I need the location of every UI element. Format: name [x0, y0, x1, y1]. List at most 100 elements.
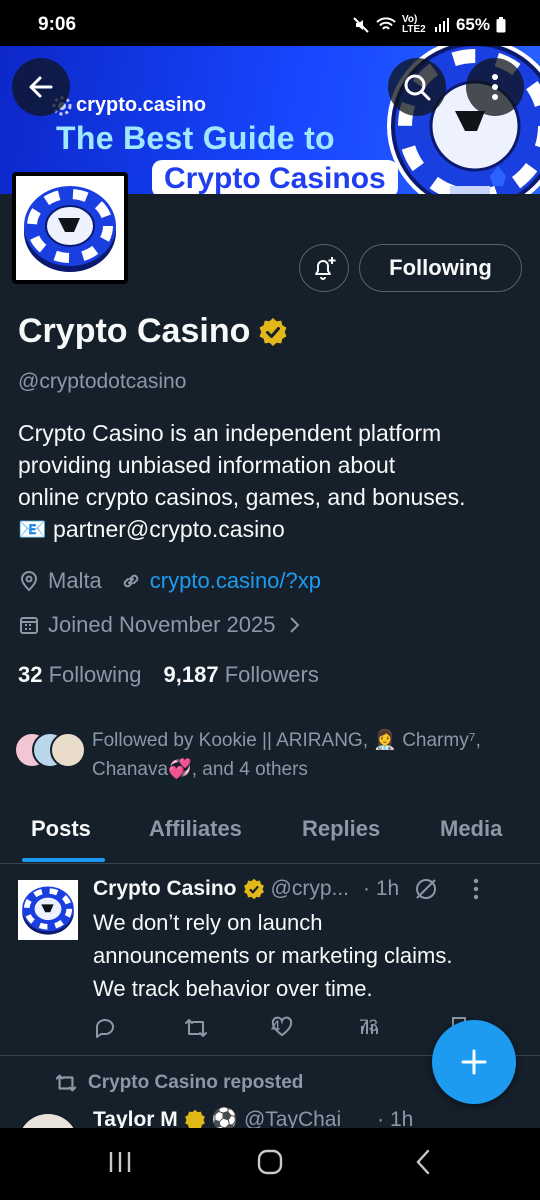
followed-by-line: Followed by Kookie || ARIRANG, 👩‍⚕️ Char… — [92, 730, 481, 751]
repost-icon — [185, 1019, 207, 1037]
profile-tabs: Posts Affiliates Replies Media — [0, 808, 540, 864]
post-avatar[interactable] — [18, 880, 78, 940]
back-button[interactable] — [12, 58, 70, 116]
profile-meta-row: Malta crypto.casino/?xp — [18, 568, 321, 594]
profile-name-row: Crypto Casino — [18, 312, 288, 351]
email-emoji-icon: 📧 — [18, 516, 47, 542]
followers-count-link[interactable]: 9,187 Followers — [164, 662, 319, 688]
bio-line: Crypto Casino is an independent platform — [18, 420, 442, 446]
repost-button[interactable] — [183, 1016, 209, 1040]
followers-count: 9,187 — [163, 662, 219, 687]
post-time: · 1h — [377, 1108, 414, 1128]
follow-counts: 32 Following 9,187 Followers — [18, 662, 319, 688]
post-handle: @cryp... — [270, 877, 350, 900]
post-time: · 1h — [363, 877, 400, 900]
notification-bell-button[interactable] — [299, 244, 349, 292]
profile-joined: Joined November 2025 — [48, 612, 276, 637]
banner-brand: crypto.casino — [52, 94, 206, 117]
followers-label: Followers — [224, 662, 319, 687]
arrow-left-icon — [29, 76, 53, 98]
profile-joined-row[interactable]: Joined November 2025 — [18, 612, 305, 638]
post-author[interactable]: Taylor M — [93, 1108, 178, 1128]
home-icon[interactable] — [256, 1148, 284, 1176]
like-count: 4 — [271, 1017, 281, 1036]
tab-posts[interactable]: Posts — [31, 816, 91, 842]
post-author[interactable]: Crypto Casino — [93, 877, 237, 901]
following-count-link[interactable]: 32 Following — [18, 662, 142, 688]
status-time: 9:06 — [38, 14, 77, 35]
post-header: Taylor M ⚽ @TayChai · 1h — [93, 1108, 413, 1128]
bio-line: online crypto casinos, games, and bonuse… — [18, 484, 466, 510]
link-icon — [123, 574, 139, 588]
casino-chip-avatar-icon — [24, 186, 116, 272]
more-vertical-icon — [492, 74, 498, 100]
plus-icon — [461, 1049, 487, 1075]
post-item[interactable]: Taylor M ⚽ @TayChai · 1h — [0, 1106, 540, 1128]
followed-by-line: Chanava💞, and 4 others — [92, 759, 308, 780]
bio-email-line: 📧 partner@crypto.casino — [18, 513, 528, 545]
location-pin-icon — [20, 571, 38, 592]
post-avatar[interactable] — [18, 1114, 78, 1128]
profile-location: Malta — [48, 568, 102, 593]
compose-post-button[interactable] — [432, 1020, 516, 1104]
post-header: Crypto Casino @cryp... · 1h — [93, 876, 479, 902]
battery-percent: 65% — [455, 15, 490, 34]
post-text-line: We don’t rely on launch — [93, 910, 323, 935]
back-nav-icon[interactable] — [410, 1148, 438, 1176]
followed-by-text: Followed by Kookie || ARIRANG, 👩‍⚕️ Char… — [92, 726, 532, 784]
profile-bio: Crypto Casino is an independent platform… — [18, 417, 528, 545]
more-vertical-icon[interactable] — [473, 878, 479, 900]
more-button[interactable] — [466, 58, 524, 116]
followed-by-row[interactable]: Followed by Kookie || ARIRANG, 👩‍⚕️ Char… — [14, 726, 534, 784]
bio-email[interactable]: partner@crypto.casino — [53, 516, 285, 542]
profile-website-link[interactable]: crypto.casino/?xp — [150, 568, 321, 594]
views-button[interactable]: 73 — [359, 1016, 379, 1036]
profile-name: Crypto Casino — [18, 312, 251, 350]
banner-headline: The Best Guide to — [56, 120, 335, 156]
chevron-right-icon — [290, 617, 300, 633]
search-icon — [404, 74, 431, 101]
reply-icon — [96, 1019, 114, 1038]
post-text-line: announcements or marketing claims. — [93, 943, 453, 968]
repost-indicator: Crypto Casino reposted — [54, 1072, 303, 1094]
following-button[interactable]: Following — [359, 244, 522, 292]
bio-line: providing unbiased information about — [18, 452, 396, 478]
following-count: 32 — [18, 662, 43, 687]
mute-icon — [353, 17, 369, 33]
search-button[interactable] — [388, 58, 446, 116]
recent-apps-icon[interactable] — [106, 1148, 134, 1176]
tab-affiliates[interactable]: Affiliates — [149, 816, 242, 842]
follower-avatars — [14, 732, 92, 772]
reply-button[interactable] — [93, 1016, 117, 1040]
wifi-icon — [376, 17, 396, 30]
calendar-icon — [20, 617, 38, 634]
view-count: 73 — [359, 1016, 378, 1035]
banner-headline-pill: Crypto Casinos — [152, 160, 398, 194]
verified-badge-icon — [243, 878, 264, 900]
signal-icon — [434, 18, 449, 32]
bell-plus-icon — [315, 257, 336, 280]
active-tab-indicator — [22, 858, 105, 862]
post-handle: @TayChai — [243, 1108, 342, 1128]
verified-badge-icon — [184, 1109, 205, 1128]
network-label: Vo) LTE2 — [401, 14, 426, 35]
like-button[interactable]: 4 — [271, 1016, 293, 1038]
post-text-line: We track behavior over time. — [93, 976, 373, 1001]
casino-chip-avatar-icon — [22, 886, 74, 935]
system-nav-bar — [0, 1128, 540, 1200]
status-bar: 9:06 Vo) LTE2 65% — [0, 0, 540, 46]
tab-replies[interactable]: Replies — [302, 816, 380, 842]
profile-handle: @cryptodotcasino — [18, 370, 187, 393]
repost-label: Crypto Casino reposted — [88, 1072, 304, 1093]
profile-avatar[interactable] — [12, 172, 128, 284]
repost-icon — [55, 1074, 77, 1092]
post-text: We don’t rely on launch announcements or… — [93, 906, 523, 1005]
grok-icon[interactable] — [413, 876, 439, 902]
avatar — [50, 732, 86, 768]
following-label: Following — [48, 662, 142, 687]
banner-brand-text: crypto.casino — [76, 94, 207, 116]
status-icons: Vo) LTE2 65% — [352, 15, 506, 35]
tab-media[interactable]: Media — [440, 816, 502, 842]
verified-badge-icon[interactable] — [258, 317, 288, 347]
author-emoji: ⚽ — [211, 1108, 238, 1128]
